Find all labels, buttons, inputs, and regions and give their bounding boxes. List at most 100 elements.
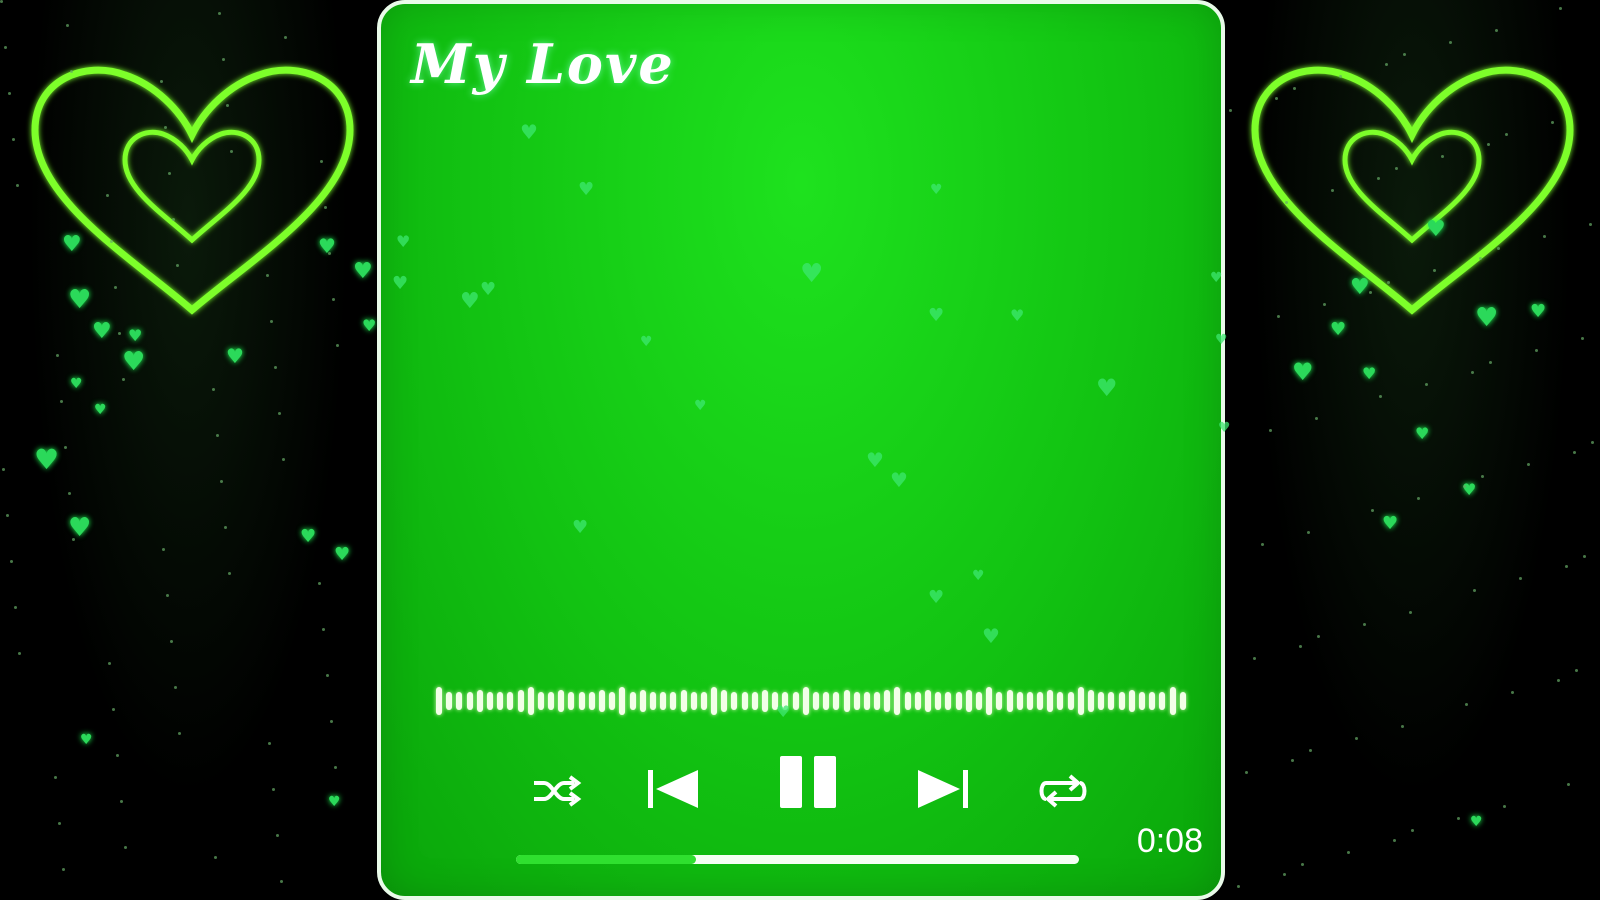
skip-next-icon[interactable] — [913, 762, 973, 816]
sparkle-dot — [174, 686, 177, 689]
visualizer-bar — [833, 692, 840, 710]
sparkle-dot — [214, 856, 217, 859]
sparkle-dot — [324, 206, 327, 209]
pause-icon[interactable] — [773, 750, 845, 814]
current-time: 0:08 — [1136, 822, 1203, 860]
visualizer-bar — [700, 692, 707, 710]
visualizer-bar — [1026, 692, 1033, 710]
sparkle-dot — [172, 218, 175, 221]
visualizer-bar — [1159, 692, 1166, 710]
visualizer-bar — [1169, 687, 1176, 715]
visualizer-bar — [741, 692, 748, 710]
sparkle-dot — [1575, 669, 1578, 672]
sparkle-dot — [18, 652, 21, 655]
sparkle-dot — [114, 286, 117, 289]
visualizer-bar — [1108, 692, 1115, 710]
sparkle-dot — [16, 184, 19, 187]
sparkle-dot — [6, 514, 9, 517]
heart-icon: ♥ — [1382, 513, 1399, 534]
visualizer-bar — [986, 687, 993, 715]
sparkle-dot — [1409, 611, 1412, 614]
sparkle-dot — [1277, 315, 1280, 318]
heart-icon: ♥ — [92, 319, 112, 344]
sparkle-dot — [1301, 863, 1304, 866]
heart-icon: ♥ — [460, 289, 480, 314]
sparkle-dot — [216, 434, 219, 437]
visualizer-bar — [629, 692, 636, 710]
heart-icon: ♥ — [520, 120, 538, 144]
sparkle-dot — [1401, 725, 1404, 728]
visualizer-bar — [975, 692, 982, 710]
sparkle-dot — [1581, 337, 1584, 340]
heart-icon: ♥ — [480, 279, 497, 300]
sparkle-dot — [230, 150, 233, 153]
sparkle-dot — [1565, 565, 1568, 568]
sparkle-dot — [1417, 497, 1420, 500]
repeat-icon[interactable] — [1033, 766, 1093, 816]
skip-previous-icon[interactable] — [643, 762, 703, 816]
sparkle-dot — [1379, 395, 1382, 398]
sparkle-dot — [2, 468, 5, 471]
shuffle-icon[interactable] — [526, 766, 586, 816]
audio-visualizer — [436, 684, 1186, 718]
sparkle-dot — [1307, 531, 1310, 534]
sparkle-dot — [1347, 851, 1350, 854]
sparkle-dot — [1283, 873, 1286, 876]
visualizer-bar — [731, 692, 738, 710]
heart-icon: ♥ — [80, 732, 93, 748]
sparkle-dot — [10, 560, 13, 563]
visualizer-bar — [935, 692, 942, 710]
sparkle-dot — [218, 12, 221, 15]
sparkle-dot — [284, 36, 287, 39]
sparkle-dot — [1505, 133, 1508, 136]
visualizer-bar — [863, 692, 870, 710]
sparkle-dot — [1411, 829, 1414, 832]
sparkle-dot — [266, 274, 269, 277]
sparkle-dot — [1229, 109, 1232, 112]
sparkle-dot — [1519, 577, 1522, 580]
sparkle-dot — [222, 58, 225, 61]
heart-icon: ♥ — [68, 513, 92, 543]
visualizer-bar — [955, 692, 962, 710]
sparkle-dot — [274, 366, 277, 369]
sparkle-dot — [272, 788, 275, 791]
sparkle-dot — [336, 344, 339, 347]
heart-icon: ♥ — [70, 376, 83, 392]
sparkle-dot — [1559, 7, 1562, 10]
progress-bar[interactable] — [516, 855, 1079, 864]
sparkle-dot — [1543, 235, 1546, 238]
visualizer-bar — [1149, 692, 1156, 710]
right-decor-panel — [1225, 0, 1600, 900]
heart-icon: ♥ — [1426, 217, 1446, 242]
visualizer-bar — [853, 692, 860, 710]
sparkle-dot — [1293, 87, 1296, 90]
heart-icon: ♥ — [572, 517, 589, 538]
visualizer-bar — [843, 690, 850, 712]
visualizer-bar — [904, 692, 911, 710]
visualizer-bar — [884, 690, 891, 712]
sparkle-dot — [1479, 257, 1482, 260]
sparkle-dot — [120, 800, 123, 803]
visualizer-bar — [1057, 692, 1064, 710]
visualizer-bar — [568, 692, 575, 710]
heart-icon: ♥ — [122, 347, 146, 377]
heart-icon: ♥ — [1218, 420, 1231, 436]
sparkle-dot — [12, 138, 15, 141]
sparkle-dot — [1527, 463, 1530, 466]
sparkle-dot — [1285, 201, 1288, 204]
heart-icon: ♥ — [890, 468, 908, 492]
sparkle-dot — [1557, 679, 1560, 682]
visualizer-bar — [486, 692, 493, 710]
visualizer-bar — [1047, 690, 1054, 712]
heart-icon: ♥ — [328, 794, 341, 810]
sparkle-dot — [1339, 75, 1342, 78]
heart-icon: ♥ — [1470, 814, 1483, 830]
sparkle-dot — [110, 240, 113, 243]
visualizer-bar — [1037, 692, 1044, 710]
sparkle-dot — [1369, 291, 1372, 294]
sparkle-dot — [1237, 885, 1240, 888]
sparkle-dot — [224, 526, 227, 529]
sparkle-dot — [320, 160, 323, 163]
sparkle-dot — [1377, 177, 1380, 180]
sparkle-dot — [322, 628, 325, 631]
